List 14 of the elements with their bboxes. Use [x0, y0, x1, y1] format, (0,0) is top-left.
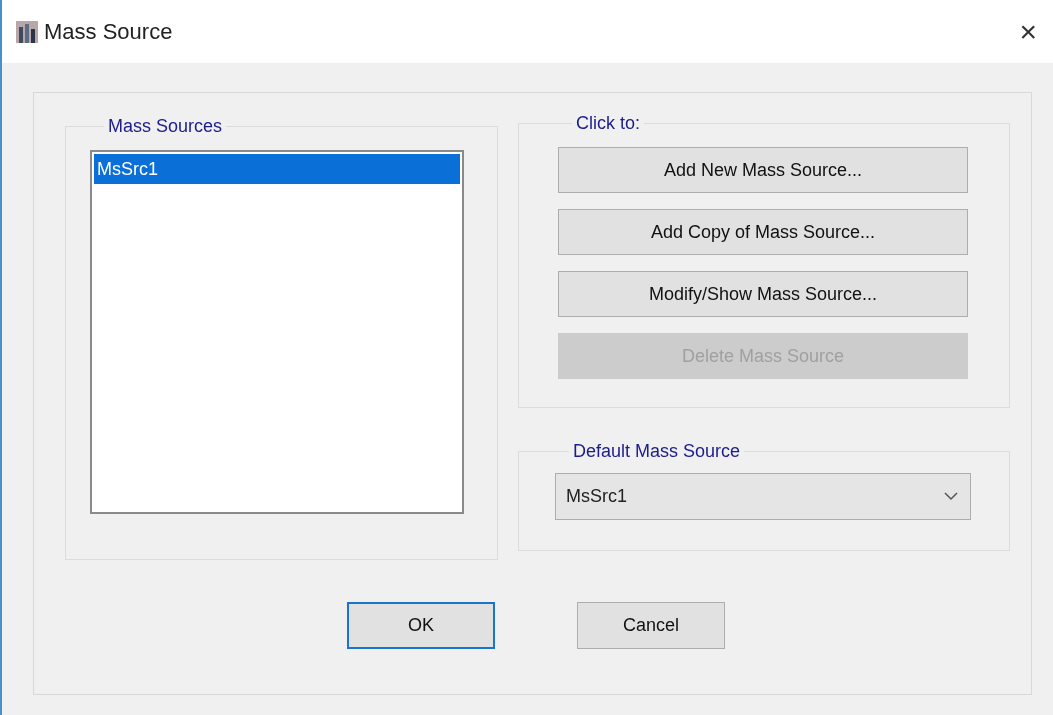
- action-button[interactable]: Modify/Show Mass Source...: [558, 271, 968, 317]
- app-icon: [16, 20, 38, 43]
- dialog-button[interactable]: Cancel: [577, 602, 725, 649]
- close-button[interactable]: ×: [1015, 16, 1041, 47]
- dropdown[interactable]: MsSrc1: [555, 473, 971, 520]
- window-title: Mass Source: [44, 18, 173, 46]
- group-title: Default Mass Source: [572, 440, 742, 463]
- chevron-down-icon: [944, 492, 958, 501]
- action-button[interactable]: Add Copy of Mass Source...: [558, 209, 968, 255]
- action-button[interactable]: Add New Mass Source...: [558, 147, 968, 193]
- group-title: Click to:: [575, 112, 641, 135]
- group-title: Mass Sources: [107, 115, 224, 138]
- dialog-button[interactable]: OK: [347, 602, 495, 649]
- list-item[interactable]: MsSrc1: [94, 154, 460, 184]
